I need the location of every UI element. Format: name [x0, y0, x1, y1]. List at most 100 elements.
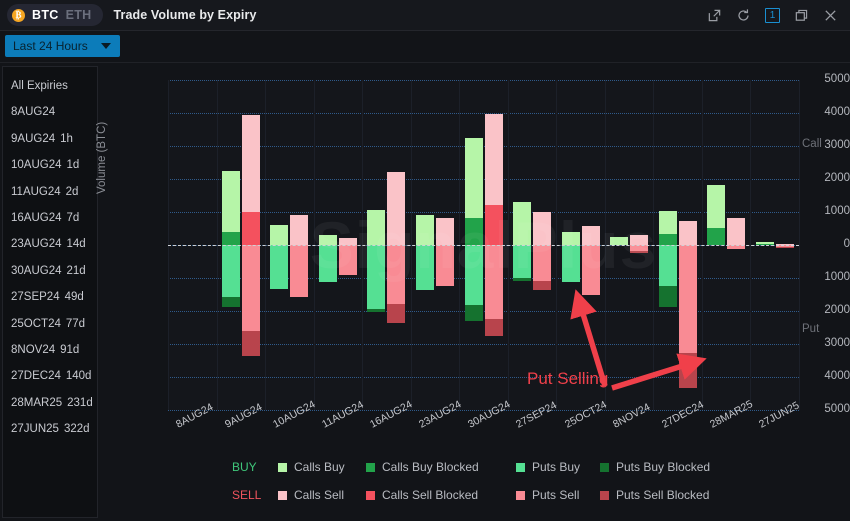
bar-segment [513, 202, 531, 245]
gridline-y [168, 344, 799, 345]
bar-segment [756, 242, 774, 244]
sidebar-item-label: 8NOV24 [11, 344, 55, 356]
sidebar-item-23aug24[interactable]: 23AUG24 14d [3, 231, 97, 257]
refresh-icon[interactable] [736, 8, 751, 23]
bar-segment [367, 245, 385, 309]
bar-segment [222, 297, 240, 307]
y-tick-label: 2000 [794, 304, 850, 316]
bar-segment [416, 245, 434, 290]
legend-item-puts-buy[interactable]: Puts Buy [516, 460, 600, 474]
bar-segment [610, 237, 628, 245]
sidebar-item-11aug24[interactable]: 11AUG242d [3, 179, 97, 205]
legend-swatch [516, 491, 525, 500]
trade-volume-panel: ₿ BTC ETH Trade Volume by Expiry 1 [0, 0, 850, 521]
sidebar-item-dte: 49d [65, 291, 84, 303]
timeframe-dropdown[interactable]: Last 24 Hours [5, 35, 120, 57]
legend-item-puts-sell-blocked[interactable]: Puts Sell Blocked [600, 488, 750, 502]
bar-segment [533, 245, 551, 281]
legend-label: Puts Sell [532, 488, 579, 502]
bar-segment [630, 235, 648, 245]
sidebar-item-dte: 91d [60, 344, 79, 356]
call-side-label: Call [802, 138, 822, 150]
plot-canvas: SignalPlus [168, 80, 799, 410]
y-tick-label: 5000 [794, 73, 850, 85]
sidebar-item-28mar25[interactable]: 28MAR25231d [3, 390, 97, 416]
bar-segment [242, 331, 260, 356]
legend-label: Calls Buy [294, 460, 345, 474]
panel-title: Trade Volume by Expiry [114, 8, 257, 22]
legend-item-calls-sell[interactable]: Calls Sell [278, 488, 366, 502]
symbol-tab-eth[interactable]: ETH [66, 8, 92, 22]
bar-segment [319, 245, 337, 282]
y-tick-label: 4000 [794, 370, 850, 382]
sidebar-item-label: All Expiries [11, 80, 68, 92]
restore-window-icon[interactable] [794, 8, 809, 23]
legend-label: Calls Sell [294, 488, 344, 502]
legend-label: Calls Sell Blocked [382, 488, 478, 502]
symbol-selector[interactable]: ₿ BTC ETH [7, 4, 103, 26]
legend-item-puts-buy-blocked[interactable]: Puts Buy Blocked [600, 460, 750, 474]
sidebar-item-dte: 1d [67, 159, 80, 171]
bar-segment [485, 245, 503, 319]
expiry-list-sidebar[interactable]: All Expiries8AUG249AUG241h10AUG241d11AUG… [2, 66, 98, 518]
sidebar-item-label: 27JUN25 [11, 423, 59, 435]
bar-segment [436, 218, 454, 245]
chart-toolbar: Last 24 Hours [0, 31, 850, 63]
bar-segment [387, 172, 405, 245]
bar-segment [387, 304, 405, 322]
chart-area: Volume (BTC) 500040003000200010000100020… [100, 66, 850, 518]
y-tick-label: 2000 [794, 172, 850, 184]
bar-segment [270, 225, 288, 245]
sidebar-item-dte: 322d [64, 423, 90, 435]
sidebar-item-16aug24[interactable]: 16AUG247d [3, 205, 97, 231]
sidebar-item-all expiries[interactable]: All Expiries [3, 73, 97, 99]
close-icon[interactable] [823, 8, 838, 23]
bar-segment [222, 171, 240, 232]
bar-segment [679, 245, 697, 353]
bar-segment [416, 215, 434, 245]
bar-segment [290, 215, 308, 245]
bitcoin-icon: ₿ [12, 9, 25, 22]
legend-item-calls-buy[interactable]: Calls Buy [278, 460, 366, 474]
sidebar-item-label: 25OCT24 [11, 318, 61, 330]
gridline-y [168, 278, 799, 279]
sidebar-item-9aug24[interactable]: 9AUG241h [3, 126, 97, 152]
sidebar-item-label: 28MAR25 [11, 397, 62, 409]
sidebar-item-dte: 140d [66, 370, 92, 382]
gridline-y [168, 146, 799, 147]
legend-item-calls-sell-blocked[interactable]: Calls Sell Blocked [366, 488, 516, 502]
bar-segment [436, 245, 454, 286]
bar-segment [659, 245, 677, 286]
sidebar-item-8aug24[interactable]: 8AUG24 [3, 99, 97, 125]
bar-segment [485, 319, 503, 337]
bar-segment [339, 245, 357, 275]
sidebar-item-27sep24[interactable]: 27SEP2449d [3, 284, 97, 310]
bar-segment [513, 245, 531, 278]
sidebar-item-30aug24[interactable]: 30AUG2421d [3, 258, 97, 284]
bar-segment [242, 115, 260, 212]
sidebar-item-label: 11AUG24 [11, 186, 61, 198]
legend-swatch [278, 463, 287, 472]
sidebar-item-8nov24[interactable]: 8NOV24 91d [3, 337, 97, 363]
legend-swatch [516, 463, 525, 472]
bar-segment [465, 138, 483, 218]
sidebar-item-10aug24[interactable]: 10AUG241d [3, 152, 97, 178]
sidebar-item-27dec24[interactable]: 27DEC24140d [3, 363, 97, 389]
sidebar-item-label: 23AUG24 [11, 238, 62, 250]
sidebar-item-25oct24[interactable]: 25OCT2477d [3, 311, 97, 337]
gridline-y [168, 311, 799, 312]
bar-segment [727, 218, 745, 245]
bar-segment [339, 238, 357, 245]
count-badge[interactable]: 1 [765, 8, 780, 23]
sidebar-item-27jun25[interactable]: 27JUN25 322d [3, 416, 97, 442]
put-selling-annotation: Put Selling [527, 369, 608, 389]
symbol-tab-btc[interactable]: BTC [32, 8, 59, 22]
external-link-icon[interactable] [707, 8, 722, 23]
legend-item-calls-buy-blocked[interactable]: Calls Buy Blocked [366, 460, 516, 474]
gridline-x [799, 80, 800, 410]
bar-segment [533, 212, 551, 245]
legend-swatch [600, 463, 609, 472]
sidebar-item-dte: 14d [67, 238, 86, 250]
chart-legend: BUYCalls BuyCalls Buy BlockedPuts BuyPut… [100, 452, 850, 518]
legend-item-puts-sell[interactable]: Puts Sell [516, 488, 600, 502]
